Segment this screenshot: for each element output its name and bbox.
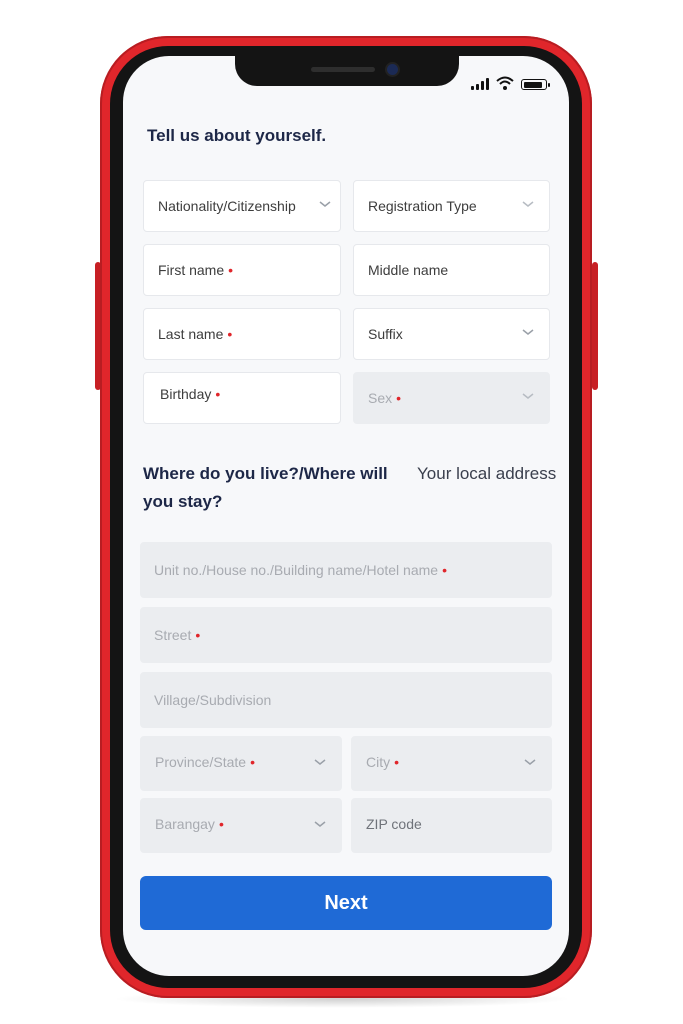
birthday-field[interactable]: Birthday • [143, 372, 341, 424]
signal-bars-icon [471, 78, 489, 90]
first-name-label: First name [158, 262, 225, 278]
required-marker: • [250, 754, 255, 770]
speaker-grille [311, 67, 375, 72]
zip-label: ZIP code [366, 816, 422, 832]
chevron-down-icon [319, 201, 331, 207]
registration-type-label: Registration Type [368, 198, 477, 214]
barangay-label: Barangay [155, 816, 215, 832]
front-camera [387, 64, 398, 75]
province-label: Province/State [155, 754, 247, 770]
suffix-select[interactable]: Suffix [353, 308, 550, 360]
zip-field[interactable]: ZIP code [351, 798, 552, 853]
barangay-label-wrap: Barangay • [155, 816, 224, 832]
city-select[interactable]: City • [351, 736, 552, 791]
street-label: Street [154, 627, 192, 643]
status-bar [471, 76, 550, 90]
chevron-down-icon [524, 759, 536, 765]
street-label-wrap: Street • [154, 627, 200, 643]
notch [235, 56, 459, 86]
birthday-label-wrap: Birthday • [160, 386, 220, 402]
city-label-wrap: City • [366, 754, 399, 770]
first-name-field[interactable]: First name • [143, 244, 341, 296]
city-label: City [366, 754, 391, 770]
wifi-icon [496, 76, 514, 90]
chevron-down-icon [522, 329, 534, 335]
street-field[interactable]: Street • [140, 607, 552, 663]
power-button [592, 262, 598, 390]
registration-type-select[interactable]: Registration Type [353, 180, 550, 232]
required-marker: • [442, 562, 447, 578]
next-button[interactable]: Next [140, 876, 552, 930]
chevron-down-icon [522, 201, 534, 207]
required-marker: • [218, 816, 224, 832]
province-select[interactable]: Province/State • [140, 736, 342, 791]
first-name-label-wrap: First name • [158, 262, 233, 278]
village-field[interactable]: Village/Subdivision [140, 672, 552, 728]
sex-select[interactable]: Sex • [353, 372, 550, 424]
required-marker: • [195, 627, 201, 643]
village-label: Village/Subdivision [154, 692, 272, 708]
required-marker: • [215, 386, 221, 402]
section-subtitle-address: Your local address [417, 464, 557, 483]
province-label-wrap: Province/State • [155, 754, 255, 770]
chevron-down-icon [314, 821, 326, 827]
barangay-select[interactable]: Barangay • [140, 798, 342, 853]
required-marker: • [227, 326, 233, 342]
required-marker: • [396, 390, 402, 406]
unit-label: Unit no./House no./Building name/Hotel n… [154, 562, 439, 578]
chevron-down-icon [314, 759, 326, 765]
sex-label-wrap: Sex • [368, 390, 401, 406]
unit-field[interactable]: Unit no./House no./Building name/Hotel n… [140, 542, 552, 598]
last-name-label: Last name [158, 326, 224, 342]
chevron-down-icon [522, 393, 534, 399]
last-name-label-wrap: Last name • [158, 326, 232, 342]
last-name-field[interactable]: Last name • [143, 308, 341, 360]
section-title-address: Where do you live?/Where will you stay? [143, 464, 388, 511]
section-title-about: Tell us about yourself. [147, 126, 327, 145]
suffix-label: Suffix [368, 326, 403, 342]
unit-label-wrap: Unit no./House no./Building name/Hotel n… [154, 562, 447, 578]
birthday-label: Birthday [160, 386, 212, 402]
middle-name-field[interactable]: Middle name [353, 244, 550, 296]
nationality-label: Nationality/Citizenship [158, 198, 296, 214]
sex-label: Sex [368, 390, 393, 406]
phone-screen: Tell us about yourself. Nationality/Citi… [123, 56, 569, 976]
nationality-select[interactable]: Nationality/Citizenship [143, 180, 341, 232]
middle-name-label: Middle name [368, 262, 449, 278]
required-marker: • [228, 262, 234, 278]
required-marker: • [394, 754, 400, 770]
battery-icon [521, 79, 550, 90]
